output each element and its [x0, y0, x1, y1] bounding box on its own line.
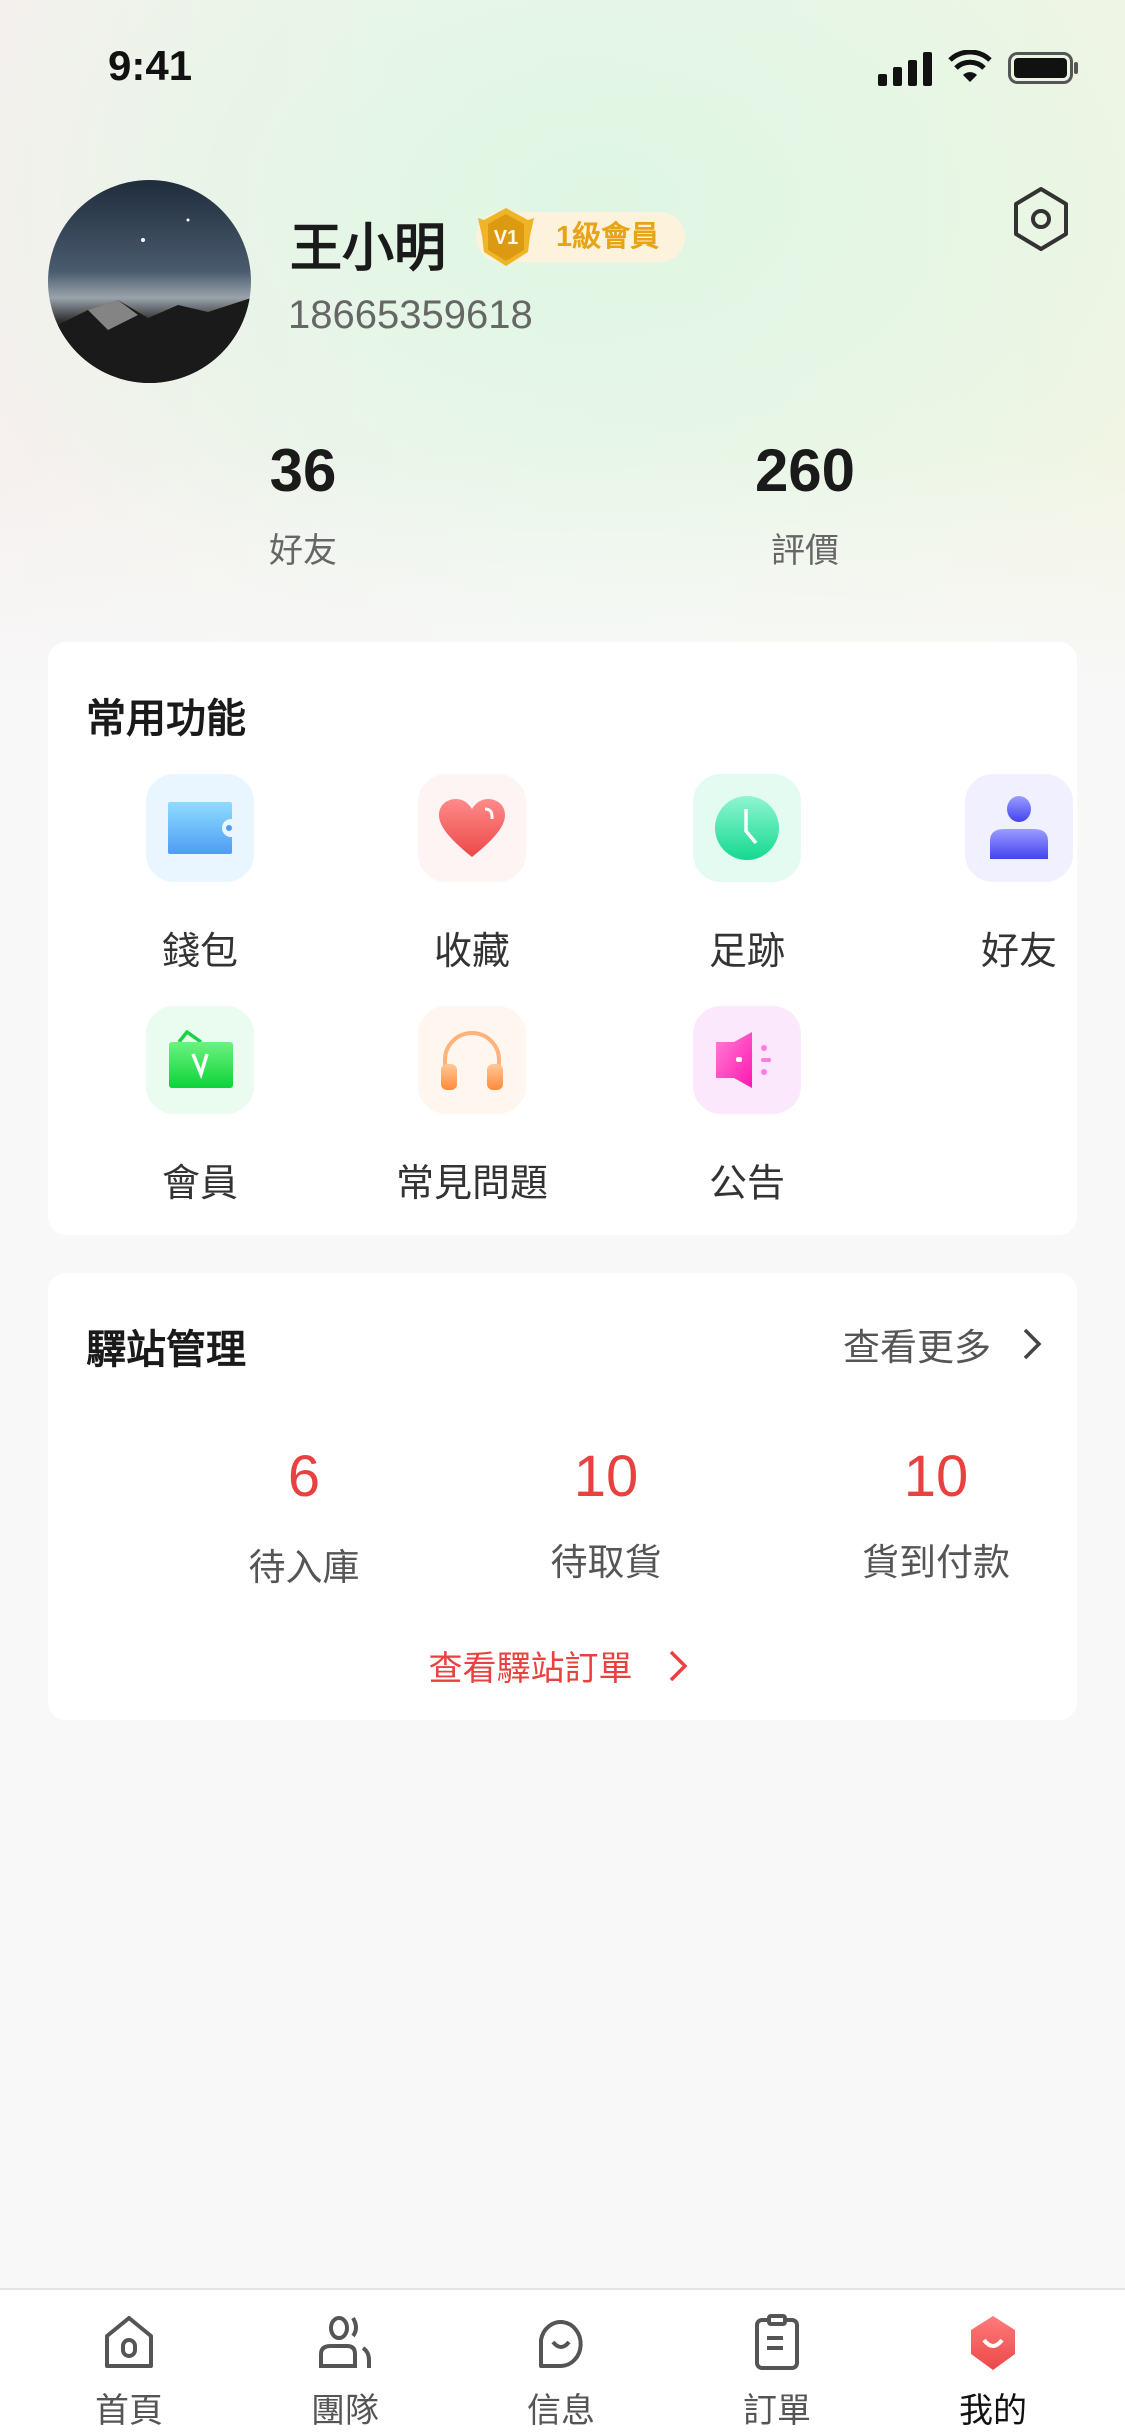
station-management-card: 驛站管理 查看更多 6 待取貨 待入庫 10 待取貨 10 貨到付款 查看驛站訂… [48, 1273, 1077, 1720]
megaphone-icon [716, 1032, 771, 1088]
status-time: 9:41 [108, 42, 193, 89]
tab-label: 首頁 [95, 2392, 163, 2430]
tab-bar: 首頁 團隊 信息 訂單 我的 [0, 2288, 1125, 2436]
view-more-label: 查看更多 [843, 1327, 991, 1368]
stat-label: 好友 [269, 532, 337, 570]
station-stat-pending-pickup[interactable]: 10 待取貨 [456, 1443, 756, 1586]
tab-label: 訂單 [743, 2392, 811, 2430]
station-stat-pending-storage[interactable]: 6 待取貨 [154, 1443, 454, 1510]
function-label: 收藏 [433, 931, 510, 973]
avatar[interactable] [48, 180, 251, 383]
stat-value: 36 [269, 437, 337, 504]
view-station-orders-label: 查看驛站訂單 [428, 1650, 633, 1688]
tab-team[interactable]: 團隊 [275, 2314, 415, 2432]
tab-label: 團隊 [311, 2392, 379, 2430]
person-icon [990, 796, 1048, 859]
stat-label: 評價 [771, 532, 839, 570]
function-label: 足跡 [708, 931, 785, 973]
station-stat-cod[interactable]: 10 貨到付款 [786, 1443, 1086, 1586]
function-membership[interactable]: 會員 [90, 1006, 310, 1207]
tab-label: 我的 [959, 2392, 1027, 2430]
function-label: 常見問題 [395, 1163, 548, 1205]
stat-value: 260 [754, 437, 856, 504]
function-friends[interactable]: 好友 [909, 774, 1125, 975]
stat-label: 待取貨 [550, 1542, 662, 1583]
tab-home[interactable]: 首頁 [59, 2314, 199, 2432]
function-label: 會員 [161, 1163, 238, 1205]
stat-friends[interactable]: 36 好友 [153, 436, 453, 572]
function-footprints[interactable]: 足跡 [637, 774, 857, 975]
function-favorites[interactable]: 收藏 [362, 774, 582, 975]
clock-icon [715, 796, 779, 860]
card-title: 驛站管理 [86, 1328, 246, 1372]
wallet-icon [168, 802, 235, 854]
settings-icon[interactable] [1012, 186, 1070, 252]
avatar-mountain-image [48, 218, 251, 383]
chevron-right-icon [669, 1650, 687, 1681]
message-icon [539, 2320, 583, 2368]
function-label: 公告 [708, 1163, 785, 1205]
stat-value: 6 [287, 1444, 321, 1509]
view-more-link[interactable]: 查看更多 [843, 1317, 1053, 1371]
tab-mine[interactable]: 我的 [923, 2314, 1063, 2432]
vip-shield-icon: V1 [478, 208, 534, 266]
tab-label: 信息 [527, 2392, 595, 2430]
user-phone: 18665359618 [288, 293, 533, 337]
stat-label: 待入庫 [248, 1547, 360, 1588]
user-name: 王小明 [290, 220, 447, 278]
function-wallet[interactable]: 錢包 [90, 774, 310, 975]
view-station-orders-link[interactable]: 查看驛站訂單 [48, 1641, 1077, 1690]
vip-bag-icon [169, 1030, 233, 1088]
function-faq[interactable]: 常見問題 [362, 1006, 582, 1207]
function-announcements[interactable]: 公告 [637, 1006, 857, 1207]
wifi-icon [948, 50, 992, 82]
team-icon [319, 2316, 371, 2368]
stat-value: 10 [903, 1444, 969, 1509]
chevron-right-icon [1023, 1328, 1042, 1360]
headphones-icon [441, 1031, 503, 1090]
stat-label: 貨到付款 [862, 1542, 1010, 1583]
battery-icon [1008, 52, 1078, 84]
stat-value: 10 [573, 1444, 639, 1509]
home-icon [105, 2316, 153, 2368]
level-badge-text: V1 [494, 227, 518, 249]
profile-active-icon [971, 2316, 1015, 2370]
tab-messages[interactable]: 信息 [491, 2314, 631, 2432]
common-functions-card: 常用功能 錢包 收藏 足跡 好友 會員 常見問題 公告 [48, 642, 1077, 1235]
clipboard-icon [755, 2314, 799, 2370]
card-title: 常用功能 [86, 697, 246, 741]
function-label: 好友 [980, 931, 1057, 973]
function-label: 錢包 [161, 931, 238, 973]
heart-icon [439, 799, 505, 857]
tab-orders[interactable]: 訂單 [707, 2314, 847, 2432]
signal-icon [878, 52, 932, 86]
stat-reviews[interactable]: 260 評價 [655, 436, 955, 572]
